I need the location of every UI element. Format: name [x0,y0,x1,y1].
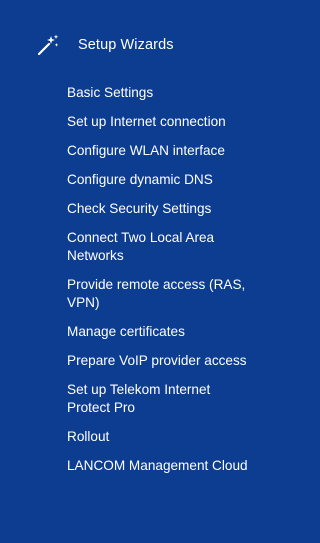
wizard-item-label: Protect Pro [67,400,135,415]
wizard-item-label: Connect Two Local Area [67,230,215,245]
wizard-item-label: Networks [67,248,124,263]
wizard-item[interactable]: Configure WLAN interface [67,142,295,160]
wizard-item[interactable]: Basic Settings [67,84,295,102]
wizard-item-label: Check Security Settings [67,201,212,216]
wizard-item-label: VPN) [67,295,100,310]
wizard-item-label: Prepare VoIP provider access [67,353,247,368]
wizard-item[interactable]: Set up Internet connection [67,113,295,131]
wizard-item[interactable]: Prepare VoIP provider access [67,352,295,370]
wizard-item[interactable]: Provide remote access (RAS, VPN) [67,276,295,312]
wizard-item[interactable]: LANCOM Management Cloud [67,457,295,475]
wizard-item-label: Configure dynamic DNS [67,172,213,187]
wizard-item[interactable]: Configure dynamic DNS [67,171,295,189]
wizard-item[interactable]: Manage certificates [67,323,295,341]
wizard-item-label: Basic Settings [67,85,154,100]
wizard-item[interactable]: Check Security Settings [67,200,295,218]
wizard-item-label: Rollout [67,429,110,444]
wizard-item[interactable]: Rollout [67,428,295,446]
wizard-item[interactable]: Set up Telekom Internet Protect Pro [67,381,295,417]
wizard-item-label: Provide remote access (RAS, [67,277,246,292]
wizard-item-label: Manage certificates [67,324,185,339]
magic-wand-icon [37,34,59,56]
wizard-item[interactable]: Connect Two Local Area Networks [67,229,295,265]
wizard-item-label: Set up Telekom Internet [67,382,211,397]
setup-wizards-label: Setup Wizards [78,37,174,53]
setup-wizards-menu: Setup Wizards Basic Settings Set up Inter… [0,0,301,543]
setup-wizards-header[interactable]: Setup Wizards [36,31,174,59]
wizard-item-label: Set up Internet connection [67,114,226,129]
wizard-item-label: LANCOM Management Cloud [67,458,248,473]
wizard-item-label: Configure WLAN interface [67,143,225,158]
wizard-list: Basic Settings Set up Internet connection… [67,84,295,475]
